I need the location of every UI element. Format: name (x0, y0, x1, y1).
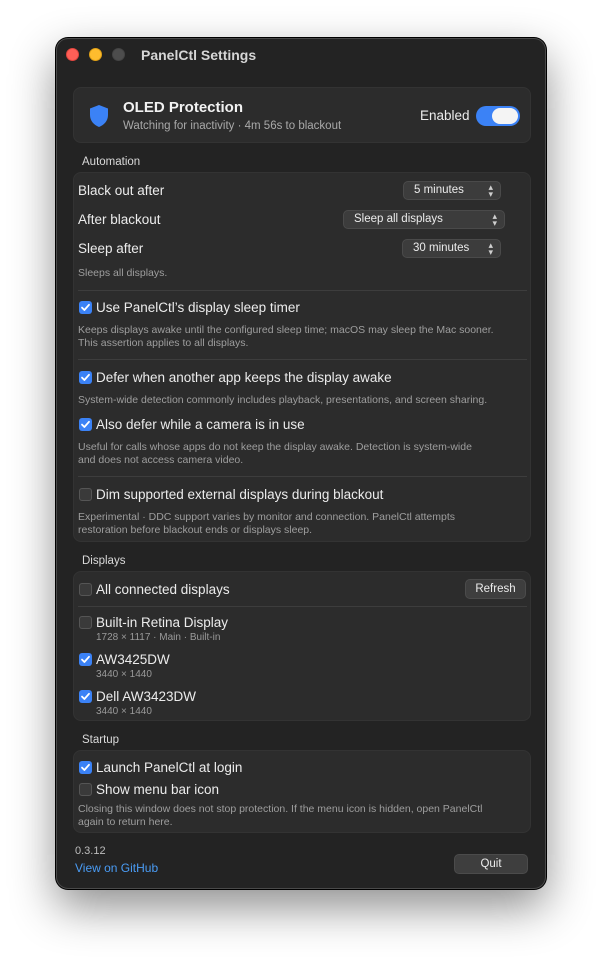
display-name-aw3425dw: AW3425DW (96, 652, 170, 667)
startup-section-title: Startup (82, 734, 120, 746)
displays-card: All connected displays Refresh Built-in … (73, 571, 531, 721)
dim-external-checkbox[interactable] (79, 488, 92, 501)
title-bar: PanelCtl Settings (57, 39, 545, 71)
github-link[interactable]: View on GitHub (75, 861, 158, 875)
dim-external-label: Dim supported external displays during b… (96, 487, 384, 502)
use-sleep-timer-label: Use PanelCtl’s display sleep timer (96, 300, 300, 315)
all-displays-label: All connected displays (96, 582, 230, 597)
protection-card: OLED Protection Watching for inactivity … (73, 87, 531, 143)
defer-camera-hint-2: and does not access camera video. (78, 454, 244, 466)
protection-title: OLED Protection (123, 99, 244, 116)
chevron-up-down-icon: ▴ ▾ (492, 211, 497, 228)
defer-camera-hint-1: Useful for calls whose apps do not keep … (78, 441, 472, 453)
checkmark-icon (81, 655, 90, 663)
display-checkbox-built-in[interactable] (79, 616, 92, 629)
divider (78, 359, 527, 360)
after-blackout-label: After blackout (78, 212, 161, 227)
after-blackout-select[interactable]: Sleep all displays ▴ ▾ (343, 210, 505, 229)
defer-camera-label: Also defer while a camera is in use (96, 417, 305, 432)
dim-external-hint-1: Experimental · DDC support varies by mon… (78, 511, 456, 523)
display-name-aw3423dw: Dell AW3423DW (96, 689, 197, 704)
checkmark-icon (81, 303, 90, 311)
minimize-button[interactable] (89, 48, 102, 61)
checkmark-icon (81, 763, 90, 771)
divider (78, 290, 527, 291)
defer-app-checkbox[interactable] (79, 371, 92, 384)
enabled-label: Enabled (420, 108, 470, 123)
divider (78, 606, 527, 607)
app-version: 0.3.12 (75, 845, 106, 857)
checkmark-icon (81, 420, 90, 428)
shield-icon (90, 105, 108, 127)
protection-status: Watching for inactivity · 4m 56s to blac… (123, 120, 342, 132)
sleep-after-select[interactable]: 30 minutes ▴ ▾ (402, 239, 501, 258)
sleep-after-label: Sleep after (78, 241, 144, 256)
defer-app-label: Defer when another app keeps the display… (96, 370, 392, 385)
protection-toggle[interactable] (476, 106, 520, 126)
show-menu-bar-icon-checkbox[interactable] (79, 783, 92, 796)
use-sleep-timer-checkbox[interactable] (79, 301, 92, 314)
chevron-up-down-icon: ▴ ▾ (488, 240, 493, 257)
settings-window: PanelCtl Settings OLED Protection Watchi… (56, 38, 546, 889)
display-detail-built-in: 1728 × 1117 · Main · Built-in (96, 632, 221, 643)
dim-external-hint-2: restoration before blackout ends or disp… (78, 524, 313, 536)
after-blackout-value: Sleep all displays (354, 213, 443, 225)
black-out-after-value: 5 minutes (414, 184, 464, 196)
show-menu-bar-icon-label: Show menu bar icon (96, 782, 220, 797)
divider (78, 476, 527, 477)
automation-section-title: Automation (82, 156, 141, 168)
display-name-built-in: Built-in Retina Display (96, 615, 229, 630)
sleep-after-hint: Sleeps all displays. (78, 267, 168, 279)
black-out-after-select[interactable]: 5 minutes ▴ ▾ (403, 181, 501, 200)
checkmark-icon (81, 692, 90, 700)
quit-button[interactable]: Quit (454, 854, 528, 874)
displays-section-title: Displays (82, 555, 126, 567)
launch-at-login-checkbox[interactable] (79, 761, 92, 774)
all-displays-checkbox[interactable] (79, 583, 92, 596)
display-checkbox-aw3425dw[interactable] (79, 653, 92, 666)
startup-hint-1: Closing this window does not stop protec… (78, 803, 483, 815)
display-checkbox-aw3423dw[interactable] (79, 690, 92, 703)
display-detail-aw3425dw: 3440 × 1440 (96, 669, 152, 680)
use-sleep-timer-hint-1: Keeps displays awake until the configure… (78, 324, 494, 336)
startup-card: Launch PanelCtl at login Show menu bar i… (73, 750, 531, 833)
window-title: PanelCtl Settings (141, 47, 257, 63)
zoom-button[interactable] (112, 48, 125, 61)
close-button[interactable] (66, 48, 79, 61)
launch-at-login-label: Launch PanelCtl at login (96, 760, 243, 775)
chevron-up-down-icon: ▴ ▾ (488, 182, 493, 199)
checkmark-icon (81, 373, 90, 381)
display-detail-aw3423dw: 3440 × 1440 (96, 706, 152, 717)
defer-camera-checkbox[interactable] (79, 418, 92, 431)
startup-hint-2: again to return here. (78, 816, 173, 828)
refresh-button[interactable]: Refresh (465, 579, 526, 599)
automation-card: Black out after 5 minutes ▴ ▾ After black… (73, 172, 531, 542)
toggle-knob (492, 108, 518, 124)
sleep-after-value: 30 minutes (413, 242, 470, 254)
defer-app-hint: System-wide detection commonly includes … (78, 394, 488, 406)
black-out-after-label: Black out after (78, 183, 165, 198)
use-sleep-timer-hint-2: This assertion applies to all displays. (78, 337, 249, 349)
